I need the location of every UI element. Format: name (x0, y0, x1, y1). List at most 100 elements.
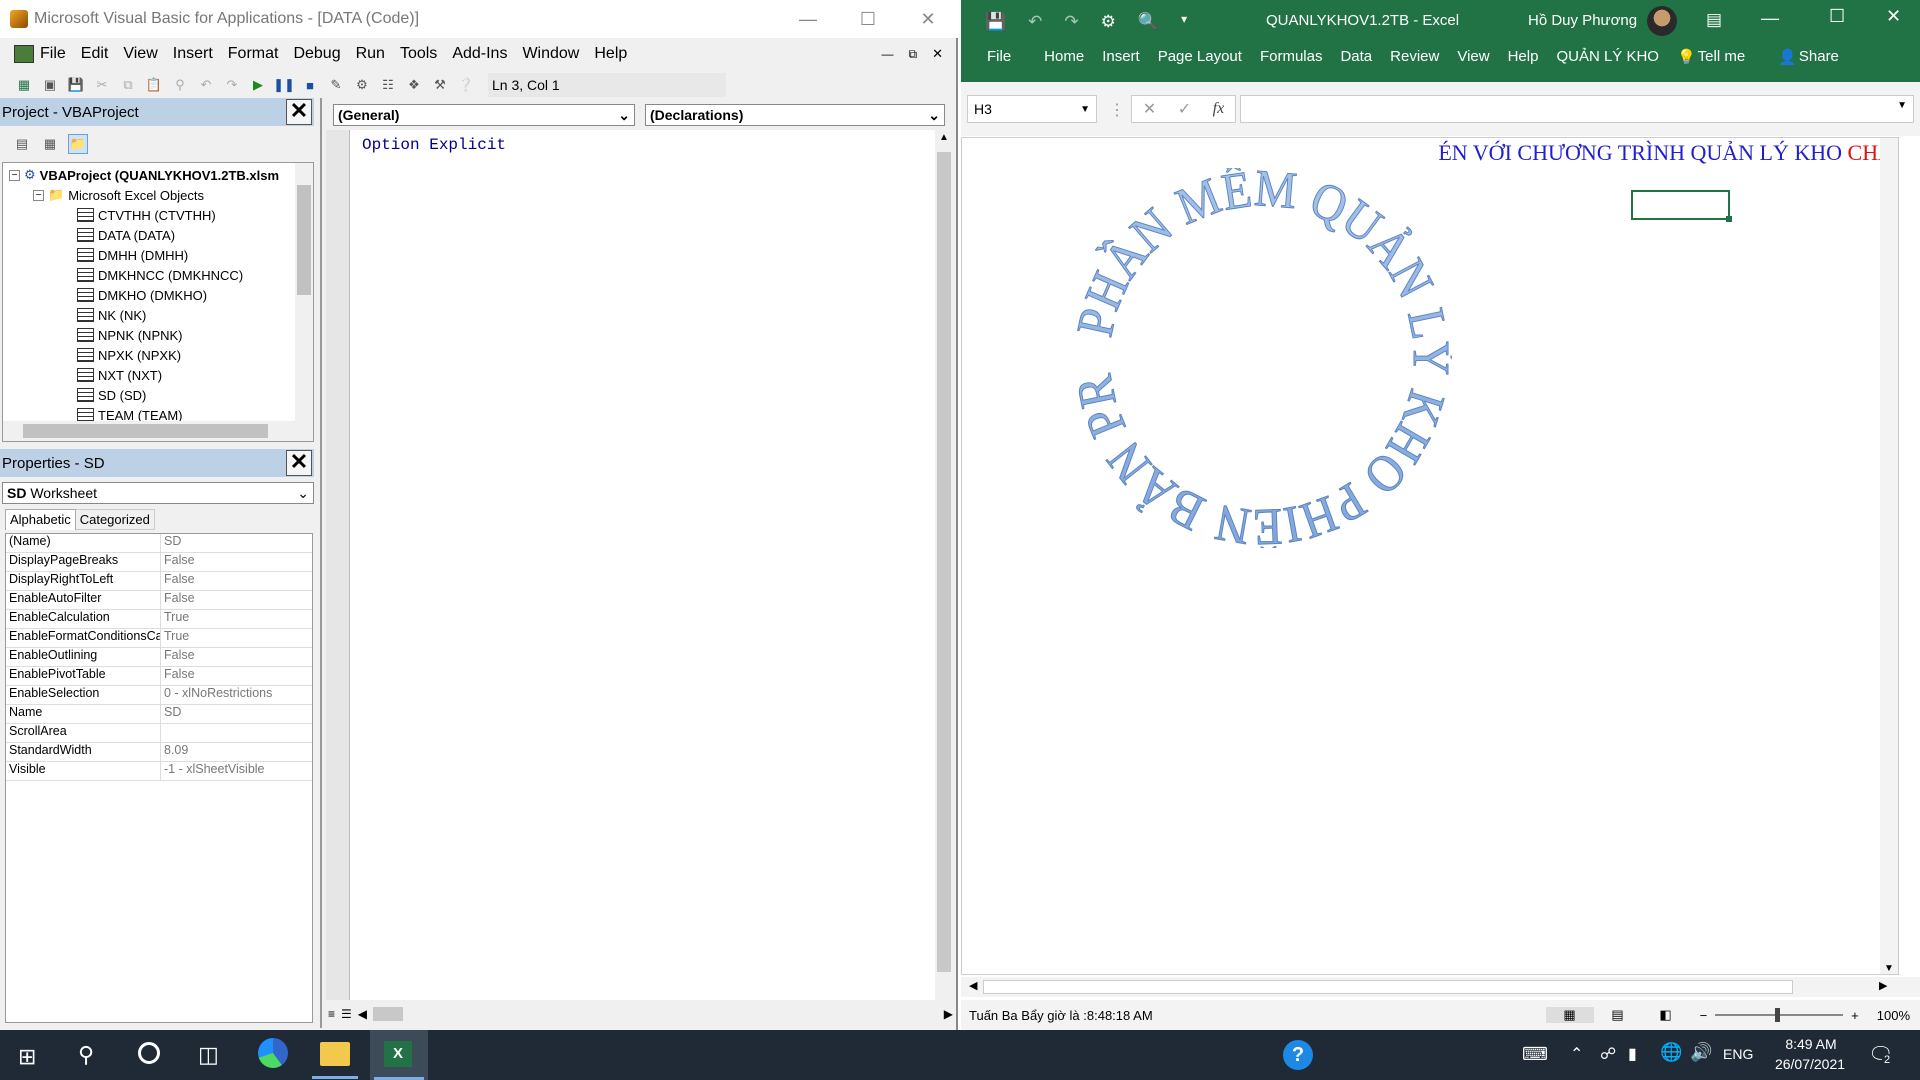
excel-taskbar-button[interactable]: X (370, 1030, 428, 1080)
run-icon[interactable]: ▶ (248, 75, 268, 95)
maximize-icon[interactable]: ☐ (1829, 6, 1845, 27)
tree-vscroll-thumb[interactable] (297, 185, 311, 295)
tree-item[interactable]: NPNK (NPNK) (77, 325, 183, 345)
procedure-combo[interactable]: (Declarations) ⌄ (645, 104, 945, 126)
property-value[interactable]: SD (161, 534, 181, 552)
property-row[interactable]: EnableFormatConditionsCa True (6, 629, 312, 648)
tree-item[interactable]: NXT (NXT) (77, 365, 162, 385)
lightbulb-icon[interactable]: 💡 (1677, 48, 1696, 66)
menu-window[interactable]: Window (522, 45, 579, 63)
property-row[interactable]: EnableCalculation True (6, 610, 312, 629)
help-icon[interactable]: ❔ (456, 75, 476, 95)
property-row[interactable]: EnableAutoFilter False (6, 591, 312, 610)
property-value[interactable]: 0 - xlNoRestrictions (161, 686, 272, 704)
windows-start-icon[interactable]: ⊞ (18, 1044, 36, 1070)
tell-me-search[interactable]: Tell me (1698, 48, 1746, 66)
undo-icon[interactable]: ↶ (1028, 12, 1042, 32)
menu-edit[interactable]: Edit (81, 45, 109, 63)
hscroll-thumb[interactable] (983, 980, 1793, 994)
zoom-slider-thumb[interactable] (1775, 1008, 1781, 1022)
chevron-right-icon[interactable]: ▶ (1879, 979, 1887, 992)
property-value[interactable]: False (161, 553, 195, 571)
language-indicator[interactable]: ENG (1723, 1046, 1753, 1062)
zoom-in-icon[interactable]: + (1851, 1008, 1859, 1023)
redo-icon[interactable]: ↷ (1064, 12, 1078, 32)
chevron-up-icon[interactable]: ▲ (939, 132, 949, 143)
find-icon[interactable]: ⚲ (170, 75, 190, 95)
close-icon[interactable]: ✕ (898, 9, 958, 30)
copy-icon[interactable]: ⧉ (118, 75, 138, 95)
doc-restore-icon[interactable]: ⧉ (909, 47, 918, 62)
object-combo[interactable]: (General) ⌄ (333, 104, 635, 126)
tab-formulas[interactable]: Formulas (1260, 48, 1323, 66)
tree-item[interactable]: DATA (DATA) (77, 225, 175, 245)
tab-file[interactable]: File (987, 48, 1011, 66)
code-line[interactable]: Option Explicit (362, 136, 923, 154)
battery-icon[interactable]: ▮ (1628, 1044, 1637, 1064)
property-row[interactable]: EnablePivotTable False (6, 667, 312, 686)
property-row[interactable]: EnableOutlining False (6, 648, 312, 667)
doc-close-icon[interactable]: ✕ (932, 46, 943, 62)
user-name[interactable]: Hồ Duy Phương (1528, 12, 1637, 29)
volume-icon[interactable]: 🔊 (1690, 1042, 1712, 1063)
page-break-view-icon[interactable]: ◧ (1642, 1007, 1690, 1023)
tree-item[interactable]: NPXK (NPXK) (77, 345, 181, 365)
property-row[interactable]: EnableSelection 0 - xlNoRestrictions (6, 686, 312, 705)
minimize-icon[interactable]: — (1761, 8, 1779, 29)
tab-quan-ly-kho[interactable]: QUẢN LÝ KHO (1556, 48, 1659, 66)
procedure-view-icon[interactable]: ≡ (328, 1007, 335, 1021)
name-box[interactable]: H3 ▼ (967, 95, 1097, 123)
property-value[interactable]: -1 - xlSheetVisible (161, 762, 265, 780)
chevron-left-icon[interactable]: ◀ (969, 979, 977, 992)
design-mode-icon[interactable]: ✎ (326, 75, 346, 95)
object-browser-icon[interactable]: ❖ (404, 75, 424, 95)
tab-view[interactable]: View (1457, 48, 1489, 66)
save-icon[interactable]: 💾 (66, 75, 86, 95)
tab-categorized[interactable]: Categorized (75, 509, 155, 530)
cancel-icon[interactable]: ✕ (1143, 99, 1156, 119)
tree-item[interactable]: SD (SD) (77, 385, 146, 405)
help-icon[interactable]: ? (1283, 1040, 1313, 1070)
zoom-level[interactable]: 100% (1877, 1008, 1910, 1023)
tree-item[interactable]: CTVTHH (CTVTHH) (77, 205, 216, 225)
tab-insert[interactable]: Insert (1102, 48, 1140, 66)
property-value[interactable]: False (161, 572, 195, 590)
property-value[interactable]: True (161, 610, 189, 628)
formula-input[interactable]: ▼ (1240, 95, 1914, 123)
properties-window-icon[interactable]: ☷ (378, 75, 398, 95)
view-object-icon[interactable]: ▦ (40, 134, 60, 154)
menu-insert[interactable]: Insert (173, 45, 213, 63)
reset-icon[interactable]: ■ (300, 75, 320, 95)
maximize-icon[interactable]: ☐ (838, 9, 898, 30)
toggle-folders-icon[interactable]: 📁 (68, 134, 88, 154)
worksheet-grid[interactable]: ÉN VỚI CHƯƠNG TRÌNH QUẢN LÝ KHO CHÀ PHẦN… (961, 137, 1899, 975)
sheet-hscrollbar[interactable]: ◀ ▶ (961, 977, 1920, 997)
selected-cell[interactable] (1631, 190, 1732, 222)
view-code-icon[interactable]: ▤ (12, 134, 32, 154)
code-hscroll-thumb[interactable] (373, 1007, 404, 1021)
tree-item[interactable]: DMKHO (DMKHO) (77, 285, 207, 305)
edge-browser-icon[interactable] (258, 1038, 288, 1068)
margin-indicator-bar[interactable] (326, 130, 350, 1000)
redo-icon[interactable]: ↷ (222, 75, 242, 95)
task-view-icon[interactable]: ◫ (198, 1042, 219, 1068)
page-layout-view-icon[interactable]: ▤ (1594, 1007, 1642, 1023)
enter-icon[interactable]: ✓ (1178, 99, 1191, 119)
cortana-icon[interactable] (138, 1042, 160, 1064)
touch-keyboard-icon[interactable]: ⌨ (1522, 1044, 1548, 1065)
property-value[interactable]: SD (161, 705, 181, 723)
tree-hscrollbar[interactable] (3, 421, 313, 441)
network-icon[interactable]: 🌐 (1660, 1042, 1682, 1063)
tree-folder[interactable]: − 📁 Microsoft Excel Objects (33, 185, 204, 205)
zoom-slider[interactable] (1715, 1008, 1844, 1022)
cut-icon[interactable]: ✂ (92, 75, 112, 95)
property-row[interactable]: DisplayRightToLeft False (6, 572, 312, 591)
tree-item[interactable]: NK (NK) (77, 305, 146, 325)
collapse-icon[interactable]: − (33, 189, 44, 201)
chevron-up-icon[interactable]: ⌃ (1570, 1044, 1583, 1064)
tree-root[interactable]: − ⚙ VBAProject (QUANLYKHOV1.2TB.xlsm (9, 165, 279, 185)
menu-help[interactable]: Help (594, 45, 627, 63)
property-row[interactable]: StandardWidth 8.09 (6, 743, 312, 762)
tab-page-layout[interactable]: Page Layout (1158, 48, 1242, 66)
tree-item[interactable]: DMHH (DMHH) (77, 245, 188, 265)
